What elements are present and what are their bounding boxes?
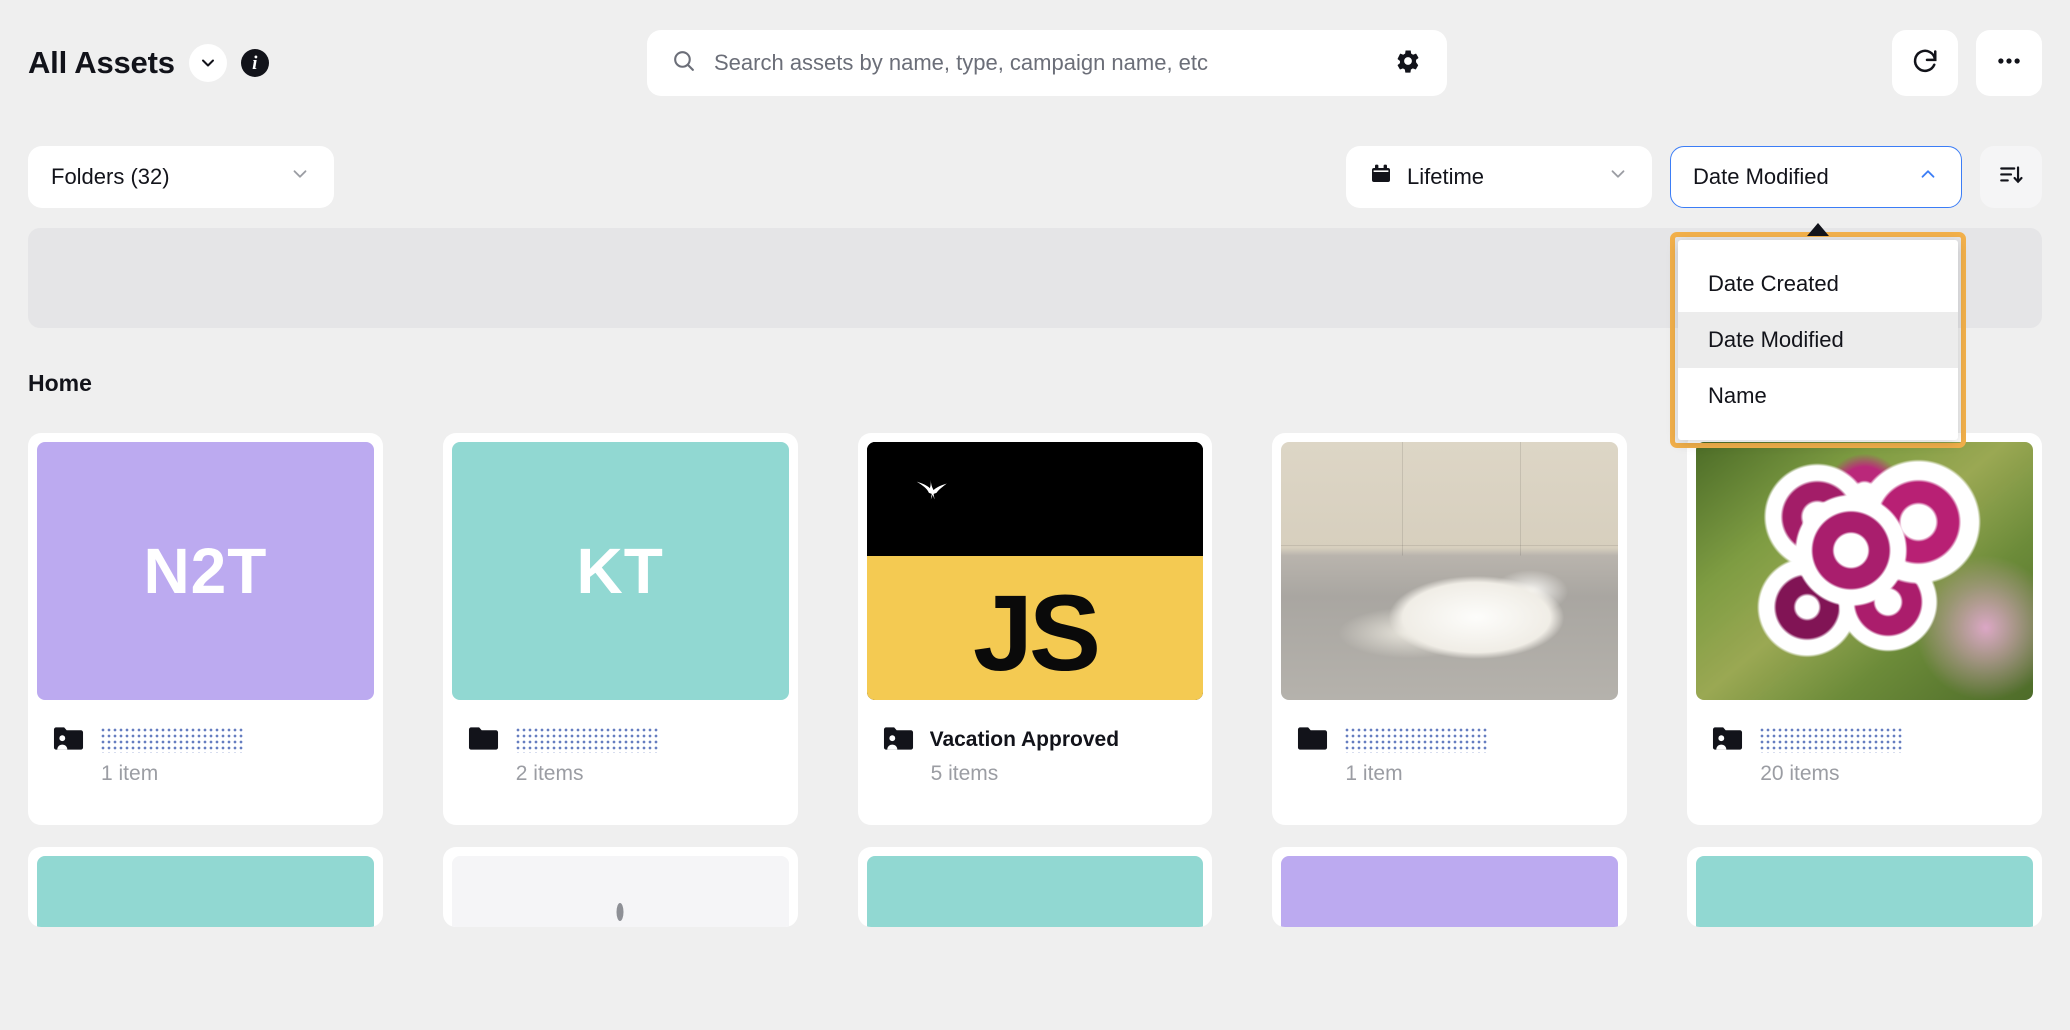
calendar-icon (1369, 162, 1393, 192)
shared-folder-icon (883, 725, 914, 756)
asset-grid: N2T 1 item KT 2 items JS Vacation Approv… (0, 397, 2070, 825)
asset-name-redacted (1344, 727, 1489, 753)
asset-meta: Vacation Approved 5 items (867, 700, 1204, 786)
refresh-button[interactable] (1892, 30, 1958, 96)
top-bar-actions (1892, 30, 2042, 96)
info-glyph: i (252, 52, 258, 74)
filter-bar: Folders (32) Lifetime Date Modified Date… (0, 126, 2070, 448)
sort-descending-icon (1998, 162, 2024, 193)
asset-thumbnail[interactable]: N2T (37, 442, 374, 700)
asset-thumbnail[interactable]: JS (866, 442, 1204, 700)
sort-menu-panel: Date Created Date Modified Name (1678, 240, 1958, 440)
asset-card[interactable] (857, 847, 1213, 927)
chevron-down-icon (1607, 163, 1629, 191)
shared-folder-icon (53, 725, 84, 756)
date-range-label: Lifetime (1407, 164, 1485, 189)
more-horizontal-icon (1994, 46, 2024, 81)
thumbnail-image-bottom: JS (866, 555, 1204, 700)
asset-name-row (53, 724, 358, 756)
search-input[interactable] (714, 50, 1377, 76)
thumbnail-photo-flowers (1696, 442, 2033, 700)
top-bar: All Assets i (0, 0, 2070, 126)
sort-menu-item-name[interactable]: Name (1678, 368, 1958, 424)
asset-name: Vacation Approved (929, 728, 1120, 751)
asset-thumbnail[interactable] (866, 856, 1204, 927)
folder-icon (1297, 725, 1328, 756)
asset-card[interactable]: KT 2 items (442, 433, 798, 825)
search-bar[interactable] (647, 30, 1447, 96)
chevron-down-icon (198, 53, 218, 73)
asset-card[interactable]: JS Vacation Approved 5 items (857, 433, 1213, 825)
asset-item-count: 20 items (1760, 762, 1840, 785)
bird-graphic (916, 479, 947, 500)
asset-meta: 2 items (452, 700, 789, 786)
asset-name-row (1712, 724, 2017, 756)
asset-thumbnail[interactable] (37, 856, 374, 927)
title-group: All Assets i (28, 44, 269, 82)
asset-thumbnail[interactable] (1281, 856, 1619, 927)
asset-name-row: Vacation Approved (883, 724, 1188, 756)
asset-meta: 20 items (1696, 700, 2033, 786)
chevron-up-icon (1917, 163, 1939, 191)
asset-card[interactable] (1687, 847, 2042, 927)
search-icon (671, 48, 696, 78)
asset-thumbnail[interactable] (1696, 856, 2033, 927)
asset-item-count: 1 item (101, 762, 159, 785)
asset-card[interactable] (442, 847, 798, 927)
asset-card[interactable]: N2T 1 item (28, 433, 383, 825)
asset-item-count: 2 items (515, 762, 584, 785)
sort-menu-item-date-modified[interactable]: Date Modified (1678, 312, 1958, 368)
menu-caret-icon (1807, 223, 1829, 236)
asset-thumbnail[interactable] (1696, 442, 2033, 700)
asset-card[interactable]: 1 item (1272, 433, 1628, 825)
shared-folder-icon (1712, 725, 1743, 756)
date-range-dropdown[interactable]: Lifetime (1346, 146, 1652, 208)
asset-name-redacted (1759, 727, 1904, 753)
asset-card[interactable] (1272, 847, 1628, 927)
gear-icon[interactable] (1395, 48, 1421, 79)
asset-name-redacted (514, 727, 659, 753)
filter-bar-right: Lifetime Date Modified (1346, 146, 2042, 208)
page-title: All Assets (28, 45, 175, 80)
asset-thumbnail[interactable] (451, 856, 789, 927)
asset-name-row (1297, 724, 1602, 756)
asset-initials: N2T (143, 535, 268, 607)
loading-indicator-icon (616, 903, 624, 921)
asset-grid-next-row (0, 825, 2070, 927)
sort-direction-button[interactable] (1980, 146, 2042, 208)
asset-meta: 1 item (1281, 700, 1618, 786)
asset-initials: KT (576, 535, 664, 607)
thumbnail-photo-dog (1281, 442, 1619, 700)
asset-card[interactable]: 20 items (1687, 433, 2042, 825)
thumbnail-image-top (866, 442, 1204, 556)
asset-name-row (468, 724, 773, 756)
chevron-down-icon (289, 163, 311, 191)
all-assets-dropdown-button[interactable] (188, 44, 227, 82)
asset-meta: 1 item (37, 700, 374, 786)
asset-card[interactable] (28, 847, 383, 927)
refresh-icon (1910, 46, 1940, 81)
asset-item-count: 1 item (1345, 762, 1403, 785)
folders-filter-label: Folders (32) (51, 164, 170, 189)
folder-icon (468, 725, 499, 756)
info-icon[interactable]: i (240, 49, 269, 77)
sort-menu-highlight: Date Created Date Modified Name (1670, 232, 1966, 448)
asset-thumbnail[interactable]: KT (451, 442, 789, 700)
asset-item-count: 5 items (930, 762, 999, 785)
sort-menu-item-date-created[interactable]: Date Created (1678, 256, 1958, 312)
breadcrumb-current[interactable]: Home (28, 370, 92, 396)
sort-field-dropdown[interactable]: Date Modified (1670, 146, 1962, 208)
asset-thumbnail[interactable] (1281, 442, 1619, 700)
js-logo-text: JS (972, 572, 1101, 694)
more-options-button[interactable] (1976, 30, 2042, 96)
folders-filter-dropdown[interactable]: Folders (32) (28, 146, 334, 208)
sort-field-label: Date Modified (1693, 164, 1829, 189)
asset-name-redacted (100, 727, 244, 753)
